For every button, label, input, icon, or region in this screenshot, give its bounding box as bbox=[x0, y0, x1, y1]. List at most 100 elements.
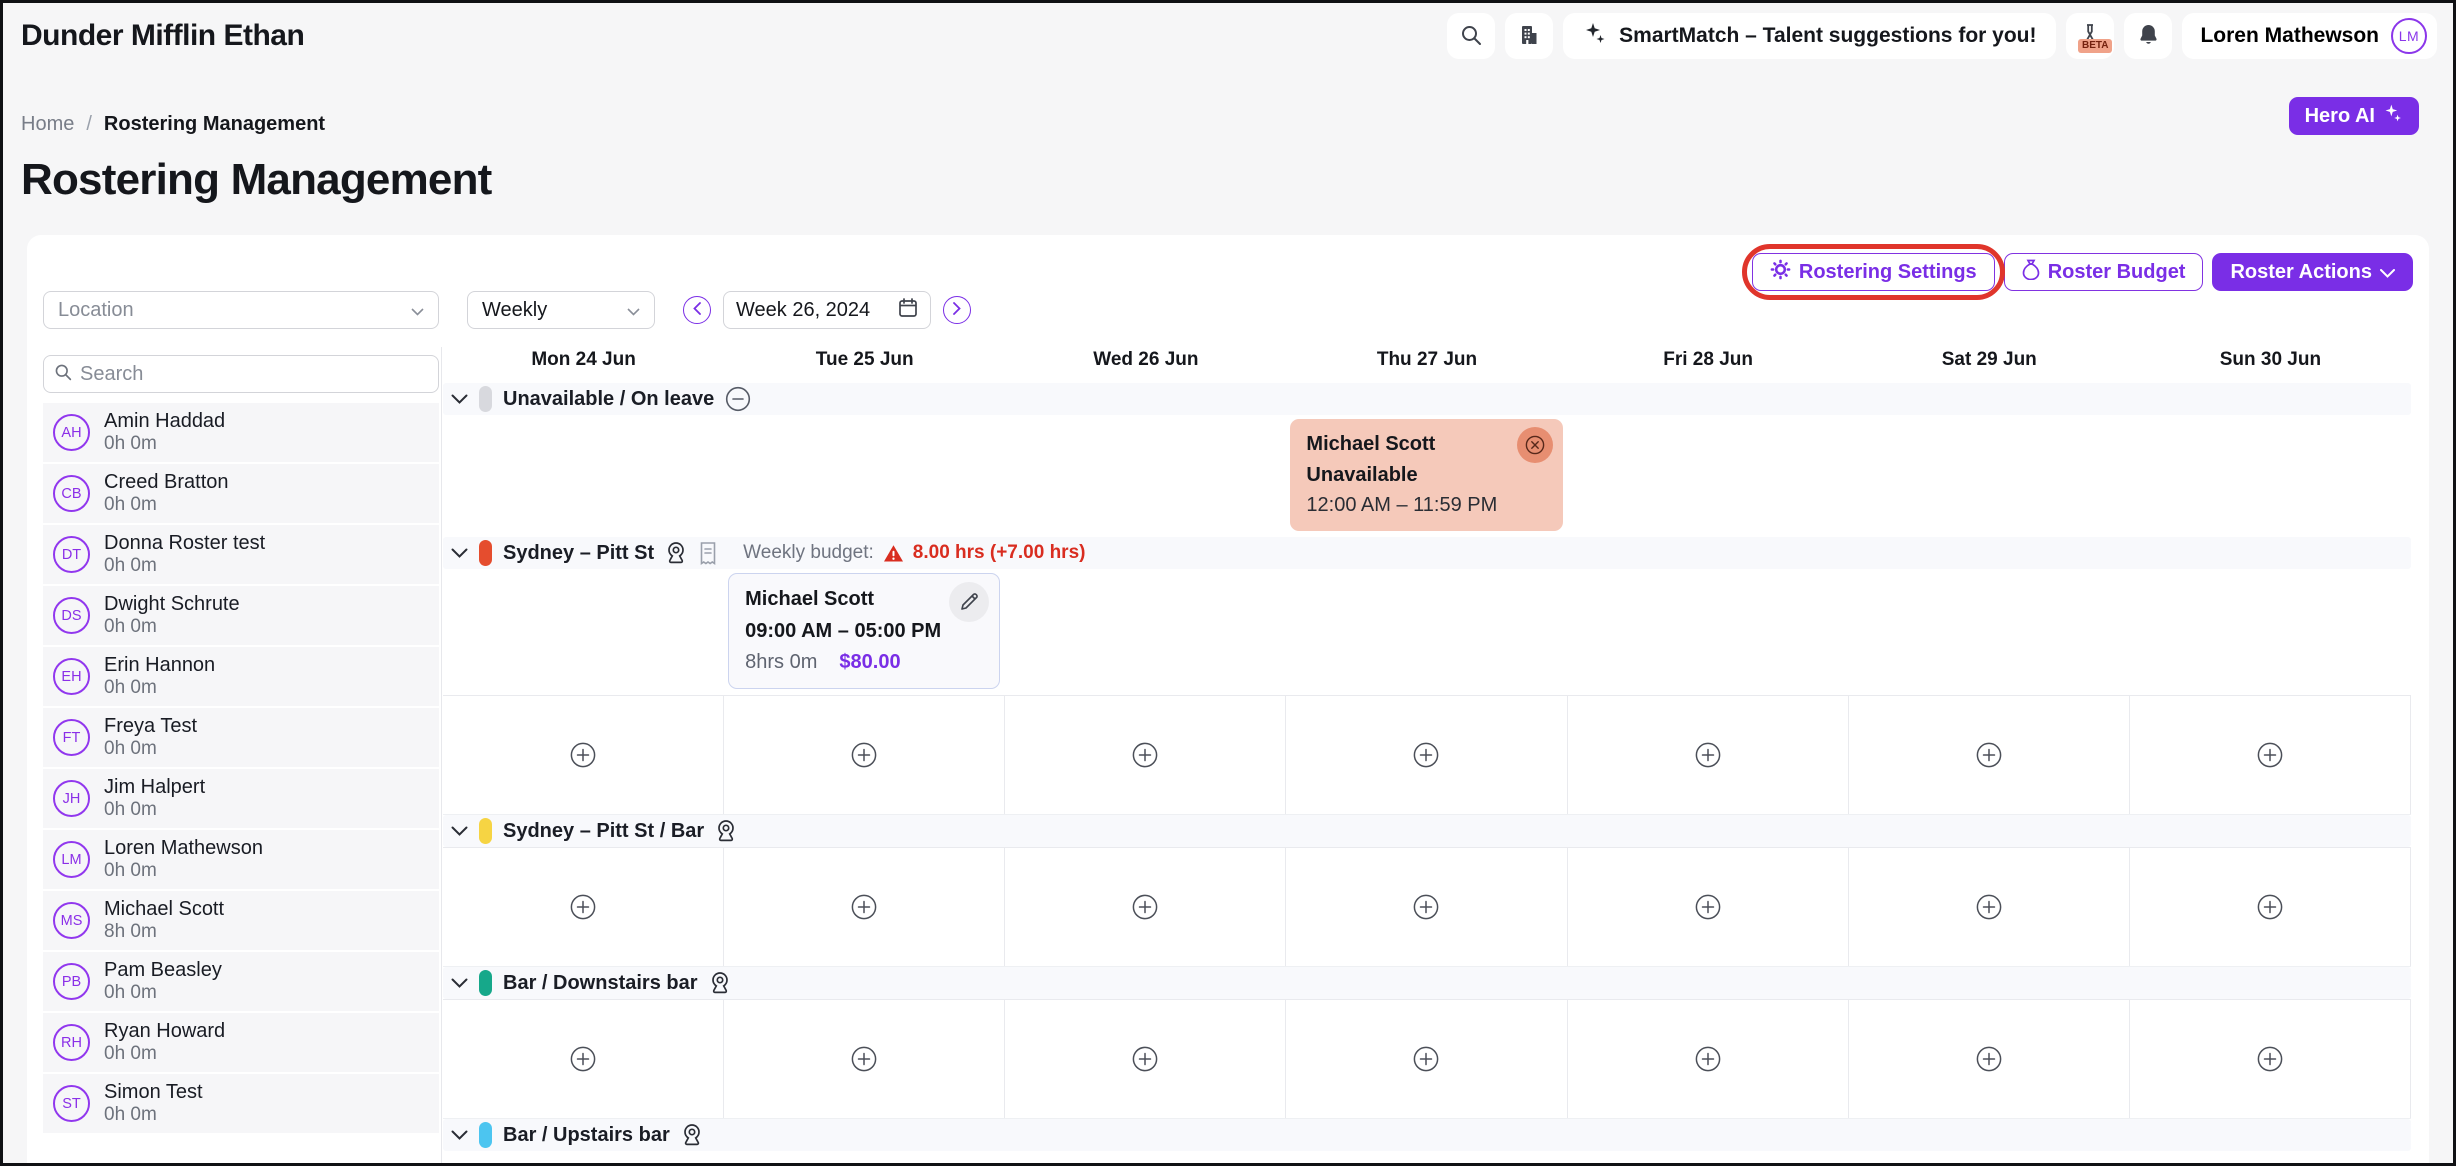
roster-actions-button[interactable]: Roster Actions bbox=[2212, 253, 2413, 291]
plus-circle-icon bbox=[2256, 1045, 2284, 1073]
plus-circle-icon bbox=[1412, 741, 1440, 769]
employee-avatar: DS bbox=[53, 597, 90, 634]
add-shift-cell[interactable] bbox=[443, 1000, 724, 1118]
sidebar-divider bbox=[441, 347, 442, 1163]
employee-list-item[interactable]: DSDwight Schrute0h 0m bbox=[43, 586, 439, 645]
budget-details-button[interactable] bbox=[698, 541, 718, 566]
employee-list-item[interactable]: CBCreed Bratton0h 0m bbox=[43, 464, 439, 523]
add-shift-cell[interactable] bbox=[1568, 696, 1849, 814]
add-shift-cell[interactable] bbox=[724, 1000, 1005, 1118]
edit-shift-button[interactable] bbox=[949, 582, 989, 622]
employee-avatar: FT bbox=[53, 719, 90, 756]
employee-search-input[interactable] bbox=[80, 363, 428, 386]
unavailable-card[interactable]: Michael ScottUnavailable12:00 AM – 11:59… bbox=[1290, 419, 1562, 531]
employee-list-item[interactable]: AHAmin Haddad0h 0m bbox=[43, 403, 439, 462]
smartmatch-button[interactable]: SmartMatch – Talent suggestions for you! bbox=[1563, 13, 2056, 59]
employee-hours: 0h 0m bbox=[104, 677, 215, 699]
employee-info: Ryan Howard0h 0m bbox=[104, 1020, 225, 1065]
employee-hours: 0h 0m bbox=[104, 738, 197, 760]
employee-list-item[interactable]: MSMichael Scott8h 0m bbox=[43, 891, 439, 950]
day-header: Wed 26 Jun bbox=[1005, 347, 1286, 383]
employee-name: Jim Halpert bbox=[104, 776, 205, 799]
section-label: Sydney – Pitt St / Bar bbox=[503, 820, 704, 843]
add-shift-cell[interactable] bbox=[443, 696, 724, 814]
add-shift-cell[interactable] bbox=[724, 696, 1005, 814]
employee-list-item[interactable]: PBPam Beasley0h 0m bbox=[43, 952, 439, 1011]
add-shift-cell[interactable] bbox=[2130, 1000, 2411, 1118]
section-header-bar-downstairs-bar: Bar / Downstairs bar bbox=[443, 967, 2411, 999]
section-collapse-chevron-icon[interactable] bbox=[451, 978, 468, 988]
employee-list-item[interactable]: JHJim Halpert0h 0m bbox=[43, 769, 439, 828]
rostering-settings-label: Rostering Settings bbox=[1799, 261, 1977, 284]
employee-list-item[interactable]: LMLoren Mathewson0h 0m bbox=[43, 830, 439, 889]
add-shift-cell[interactable] bbox=[1005, 696, 1286, 814]
location-select[interactable]: Location bbox=[43, 291, 439, 329]
user-menu-button[interactable]: Loren Mathewson LM bbox=[2182, 13, 2437, 59]
section-color-tag bbox=[479, 970, 492, 996]
plus-circle-icon bbox=[850, 893, 878, 921]
add-shift-cell[interactable] bbox=[1849, 848, 2130, 966]
previous-week-button[interactable] bbox=[683, 296, 711, 324]
week-picker-value: Week 26, 2024 bbox=[736, 299, 870, 322]
remove-unavailability-button[interactable] bbox=[1517, 427, 1553, 463]
employee-hours: 0h 0m bbox=[104, 799, 205, 821]
employee-search[interactable] bbox=[43, 355, 439, 393]
section-color-tag bbox=[479, 386, 492, 412]
notifications-button[interactable] bbox=[2124, 13, 2172, 59]
employee-hours: 0h 0m bbox=[104, 494, 229, 516]
employee-name: Pam Beasley bbox=[104, 959, 222, 982]
breadcrumb-home-link[interactable]: Home bbox=[21, 113, 74, 136]
employee-hours: 0h 0m bbox=[104, 616, 240, 638]
week-picker-input[interactable]: Week 26, 2024 bbox=[723, 291, 931, 329]
section-cards-row: Michael ScottUnavailable12:00 AM – 11:59… bbox=[443, 415, 2411, 537]
add-shift-cell[interactable] bbox=[1286, 1000, 1567, 1118]
location-pin-icon bbox=[715, 819, 737, 844]
add-shift-cell[interactable] bbox=[2130, 848, 2411, 966]
chevron-down-icon bbox=[2380, 261, 2395, 284]
organisation-button[interactable] bbox=[1505, 13, 1553, 59]
roster-budget-button[interactable]: Roster Budget bbox=[2004, 253, 2204, 291]
global-search-button[interactable] bbox=[1447, 13, 1495, 59]
hide-section-button[interactable] bbox=[725, 386, 751, 412]
employee-info: Loren Mathewson0h 0m bbox=[104, 837, 263, 882]
add-shift-cell[interactable] bbox=[1849, 696, 2130, 814]
employee-avatar: EH bbox=[53, 658, 90, 695]
add-shift-cell[interactable] bbox=[443, 848, 724, 966]
add-shift-cell[interactable] bbox=[1286, 696, 1567, 814]
add-shift-cell[interactable] bbox=[1568, 1000, 1849, 1118]
add-shift-cell[interactable] bbox=[1005, 1000, 1286, 1118]
add-shift-cell[interactable] bbox=[1005, 848, 1286, 966]
next-week-button[interactable] bbox=[943, 296, 971, 324]
employee-list-item[interactable]: EHErin Hannon0h 0m bbox=[43, 647, 439, 706]
rostering-settings-button[interactable]: Rostering Settings bbox=[1752, 253, 1995, 291]
add-shift-cell[interactable] bbox=[1286, 848, 1567, 966]
add-shift-cell[interactable] bbox=[2130, 696, 2411, 814]
section-header-sydney-pitt-st-bar: Sydney – Pitt St / Bar bbox=[443, 815, 2411, 847]
employee-list-item[interactable]: STSimon Test0h 0m bbox=[43, 1074, 439, 1133]
plus-circle-icon bbox=[1694, 741, 1722, 769]
section-collapse-chevron-icon[interactable] bbox=[451, 548, 468, 558]
employee-info: Freya Test0h 0m bbox=[104, 715, 197, 760]
employee-hours: 0h 0m bbox=[104, 1043, 225, 1065]
sparkles-icon bbox=[1583, 21, 1607, 51]
employee-list-item[interactable]: DTDonna Roster test0h 0m bbox=[43, 525, 439, 584]
employee-sidebar: AHAmin Haddad0h 0mCBCreed Bratton0h 0mDT… bbox=[43, 355, 439, 1163]
employee-hours: 0h 0m bbox=[104, 860, 263, 882]
add-shift-cell[interactable] bbox=[1568, 848, 1849, 966]
employee-list-item[interactable]: RHRyan Howard0h 0m bbox=[43, 1013, 439, 1072]
hero-ai-button[interactable]: Hero AI bbox=[2289, 97, 2419, 135]
minus-circle-icon bbox=[725, 386, 751, 412]
section-collapse-chevron-icon[interactable] bbox=[451, 394, 468, 404]
section-collapse-chevron-icon[interactable] bbox=[451, 826, 468, 836]
search-icon bbox=[1460, 24, 1482, 49]
weekly-budget: Weekly budget:8.00 hrs (+7.00 hrs) bbox=[743, 542, 1085, 564]
add-shift-cell[interactable] bbox=[724, 848, 1005, 966]
day-header: Sat 29 Jun bbox=[1849, 347, 2130, 383]
labs-beta-button[interactable]: BETA bbox=[2066, 13, 2114, 59]
employee-list-item[interactable]: FT Freya Test0h 0m bbox=[43, 708, 439, 767]
shift-card[interactable]: Michael Scott09:00 AM – 05:00 PM8hrs 0m$… bbox=[728, 573, 1000, 689]
section-collapse-chevron-icon[interactable] bbox=[451, 1130, 468, 1140]
bell-icon bbox=[2138, 23, 2159, 49]
view-mode-select[interactable]: Weekly bbox=[467, 291, 655, 329]
add-shift-cell[interactable] bbox=[1849, 1000, 2130, 1118]
